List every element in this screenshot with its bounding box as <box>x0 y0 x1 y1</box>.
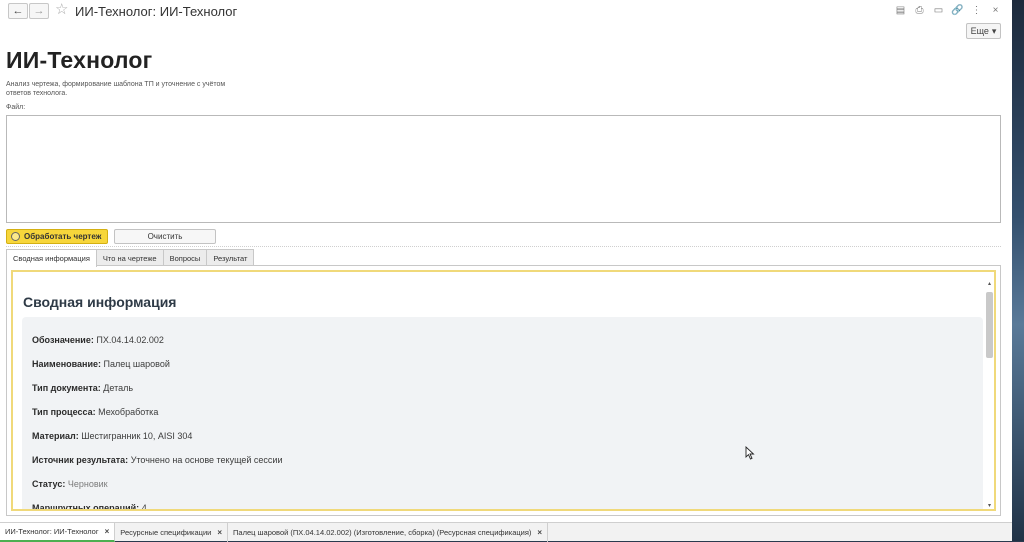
scroll-down-icon[interactable]: ▾ <box>985 502 994 509</box>
window-tab-label: Палец шаровой (ПХ.04.14.02.002) (Изготов… <box>233 528 532 537</box>
field-label: Статус: <box>32 479 66 489</box>
more-button-label: Еще <box>970 26 989 36</box>
field-value: Шестигранник 10, AISI 304 <box>81 431 193 441</box>
tab-questions[interactable]: Вопросы <box>162 249 208 266</box>
favorite-star-icon[interactable]: ☆ <box>55 2 68 18</box>
link-icon[interactable]: 🔗 <box>951 4 964 17</box>
window-tab-label: Ресурсные спецификации <box>120 528 212 537</box>
tab-drawing-content[interactable]: Что на чертеже <box>95 249 164 266</box>
print-icon[interactable]: ⎙ <box>913 4 926 17</box>
field-status: Статус: Черновик <box>32 479 108 489</box>
field-doc-type: Тип документа: Деталь <box>32 383 133 393</box>
field-value: Палец шаровой <box>103 359 170 369</box>
field-route-ops: Маршрутных операций: 4 <box>32 503 147 511</box>
window-tab-resource-specs[interactable]: Ресурсные спецификации × <box>115 523 229 542</box>
forward-arrow-icon[interactable]: → <box>29 3 49 19</box>
process-drawing-label: Обработать чертеж <box>24 232 102 241</box>
tab-summary[interactable]: Сводная информация <box>6 249 97 267</box>
field-label: Маршрутных операций: <box>32 503 140 511</box>
summary-card: Обозначение: ПХ.04.14.02.002 Наименовани… <box>22 317 983 511</box>
open-windows-bar: ИИ-Технолог: ИИ-Технолог × Ресурсные спе… <box>0 522 1012 542</box>
field-label: Тип процесса: <box>32 407 96 417</box>
edit-icon[interactable]: ▭ <box>932 4 945 17</box>
more-button[interactable]: Еще ▾ <box>966 23 1001 39</box>
tab-result[interactable]: Результат <box>206 249 255 266</box>
field-name: Наименование: Палец шаровой <box>32 359 170 369</box>
field-label: Тип документа: <box>32 383 101 393</box>
close-icon[interactable]: × <box>537 528 542 537</box>
field-value: ПХ.04.14.02.002 <box>96 335 164 345</box>
field-result-source: Источник результата: Уточнено на основе … <box>32 455 282 465</box>
field-label: Материал: <box>32 431 79 441</box>
field-value: 4 <box>141 503 147 511</box>
file-label: Файл: <box>6 104 26 111</box>
title-bar: ← → ☆ ИИ-Технолог: ИИ-Технолог ▤ ⎙ ▭ 🔗 ⋮… <box>0 0 1012 22</box>
summary-heading: Сводная информация <box>23 294 177 310</box>
page-title: ИИ-Технолог <box>6 47 153 73</box>
desktop-background <box>1012 0 1024 541</box>
window-toolbar: ▤ ⎙ ▭ 🔗 ⋮ × <box>894 4 1002 17</box>
close-icon[interactable]: × <box>105 527 110 536</box>
window-tab-ai-technologist[interactable]: ИИ-Технолог: ИИ-Технолог × <box>0 523 116 542</box>
app-window: ← → ☆ ИИ-Технолог: ИИ-Технолог ▤ ⎙ ▭ 🔗 ⋮… <box>0 0 1012 542</box>
window-tab-ball-pin-spec[interactable]: Палец шаровой (ПХ.04.14.02.002) (Изготов… <box>228 523 549 542</box>
page-description: Анализ чертежа, формирование шаблона ТП … <box>6 81 226 97</box>
window-title: ИИ-Технолог: ИИ-Технолог <box>75 4 238 19</box>
chevron-down-icon: ▾ <box>991 25 997 36</box>
summary-viewer: Сводная информация Обозначение: ПХ.04.14… <box>11 270 996 511</box>
save-icon[interactable]: ▤ <box>894 4 907 17</box>
field-label: Источник результата: <box>32 455 129 465</box>
divider <box>6 246 1001 247</box>
scroll-thumb[interactable] <box>986 292 993 358</box>
field-label: Наименование: <box>32 359 102 369</box>
mouse-cursor-icon <box>745 446 755 460</box>
process-drawing-button[interactable]: Обработать чертеж <box>6 229 108 244</box>
field-label: Обозначение: <box>32 335 94 345</box>
field-value: Мехобработка <box>98 407 159 417</box>
window-tab-label: ИИ-Технолог: ИИ-Технолог <box>5 527 99 536</box>
close-icon[interactable]: × <box>989 4 1002 17</box>
field-process-type: Тип процесса: Мехобработка <box>32 407 158 417</box>
tab-bar: Сводная информация Что на чертеже Вопрос… <box>6 249 255 267</box>
scrollbar[interactable]: ▴ ▾ <box>985 278 994 509</box>
gear-icon <box>11 232 20 241</box>
status-badge: Черновик <box>67 479 108 489</box>
clear-button[interactable]: Очистить <box>114 229 216 244</box>
field-value: Деталь <box>103 383 134 393</box>
scroll-up-icon[interactable]: ▴ <box>985 280 994 287</box>
field-value: Уточнено на основе текущей сессии <box>130 455 283 465</box>
file-drop-area[interactable] <box>6 115 1001 223</box>
summary-panel: Сводная информация Обозначение: ПХ.04.14… <box>6 265 1001 516</box>
more-vert-icon[interactable]: ⋮ <box>970 4 983 17</box>
close-icon[interactable]: × <box>217 528 222 537</box>
field-designation: Обозначение: ПХ.04.14.02.002 <box>32 335 164 345</box>
back-arrow-icon[interactable]: ← <box>8 3 28 19</box>
field-material: Материал: Шестигранник 10, AISI 304 <box>32 431 192 441</box>
